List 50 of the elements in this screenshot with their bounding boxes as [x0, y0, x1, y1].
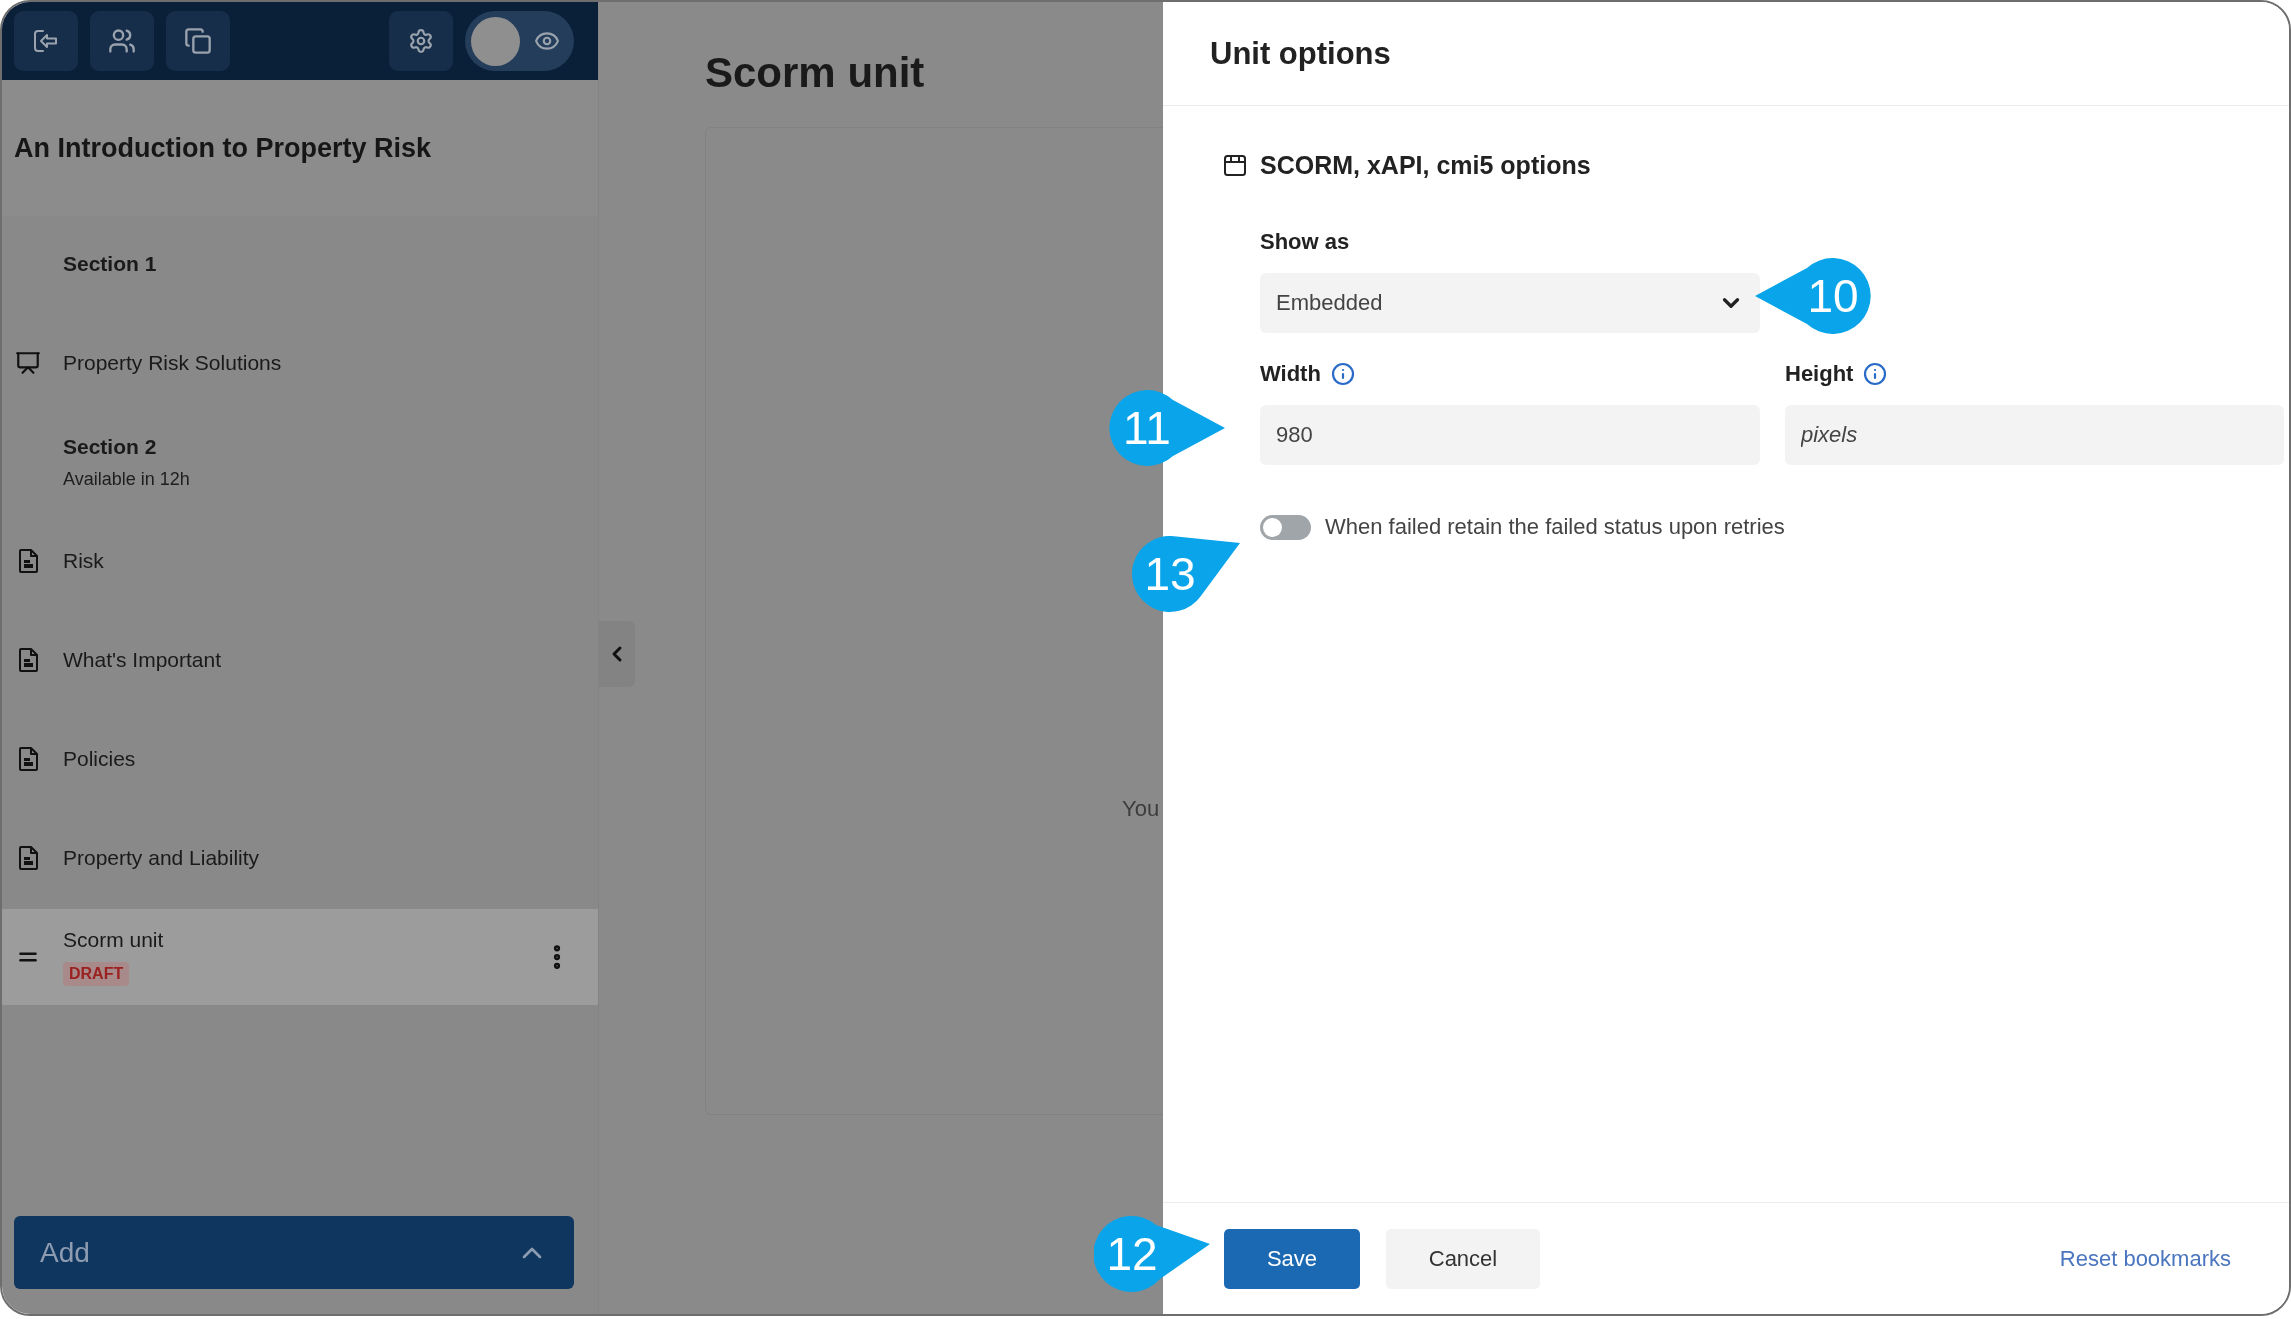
- item-title: Section 1: [63, 252, 157, 276]
- frame-text: You: [1122, 796, 1160, 821]
- item-title: Risk: [63, 549, 104, 573]
- preview-toggle[interactable]: [465, 11, 574, 71]
- copy-icon: [184, 27, 212, 55]
- item-subtitle: Available in 12h: [63, 468, 190, 490]
- section-title: SCORM, xAPI, cmi5 options: [1260, 150, 1591, 180]
- outline-item[interactable]: Scorm unit DRAFT: [2, 909, 598, 1005]
- item-title: Section 2: [63, 434, 157, 459]
- exit-button[interactable]: [14, 11, 78, 71]
- switch-label: When failed retain the failed status upon retries: [1325, 514, 1785, 540]
- status-badge: DRAFT: [63, 962, 130, 986]
- height-input[interactable]: pixels: [1785, 405, 2284, 465]
- callout-marker: 13: [1132, 535, 1240, 612]
- item-title: Scorm unit: [63, 928, 164, 952]
- panel-title: Unit options: [1210, 35, 1391, 72]
- item-title: Property and Liability: [63, 846, 260, 870]
- cancel-button[interactable]: Cancel: [1386, 1228, 1540, 1289]
- exit-icon: [33, 29, 59, 53]
- retain-failed-switch[interactable]: [1260, 514, 1311, 540]
- field-label: Width: [1260, 361, 1321, 387]
- callout-marker: 10: [1755, 258, 1871, 334]
- document-icon: [18, 846, 38, 870]
- field-label: Height: [1785, 361, 1854, 387]
- width-input[interactable]: 980: [1260, 405, 1760, 465]
- info-icon[interactable]: [1863, 362, 1888, 386]
- item-title: Property Risk Solutions: [63, 351, 282, 375]
- document-icon: [18, 648, 38, 672]
- info-icon[interactable]: [1330, 362, 1355, 386]
- copy-button[interactable]: [166, 11, 230, 71]
- presentation-icon: [15, 350, 41, 376]
- item-title: What's Important: [63, 648, 222, 672]
- reset-bookmarks-link[interactable]: Reset bookmarks: [2059, 1245, 2231, 1272]
- item-title: Policies: [63, 747, 136, 771]
- settings-icon: [408, 28, 434, 54]
- show-as-select[interactable]: Embedded: [1260, 273, 1760, 333]
- box-icon: [1223, 153, 1247, 177]
- callout-marker: 11: [1109, 390, 1225, 466]
- document-icon: [18, 747, 38, 771]
- course-title: An Introduction to Property Risk: [14, 132, 431, 164]
- settings-button[interactable]: [389, 11, 453, 71]
- callout-marker: 12: [1094, 1215, 1210, 1292]
- document-icon: [18, 549, 38, 573]
- unit-title: Scorm unit: [705, 48, 926, 98]
- add-button[interactable]: Add: [14, 1216, 574, 1289]
- collapse-button[interactable]: [599, 621, 635, 687]
- save-button[interactable]: Save: [1224, 1228, 1360, 1289]
- field-label: Show as: [1260, 229, 1350, 255]
- users-button[interactable]: [90, 11, 154, 71]
- users-icon: [108, 27, 136, 55]
